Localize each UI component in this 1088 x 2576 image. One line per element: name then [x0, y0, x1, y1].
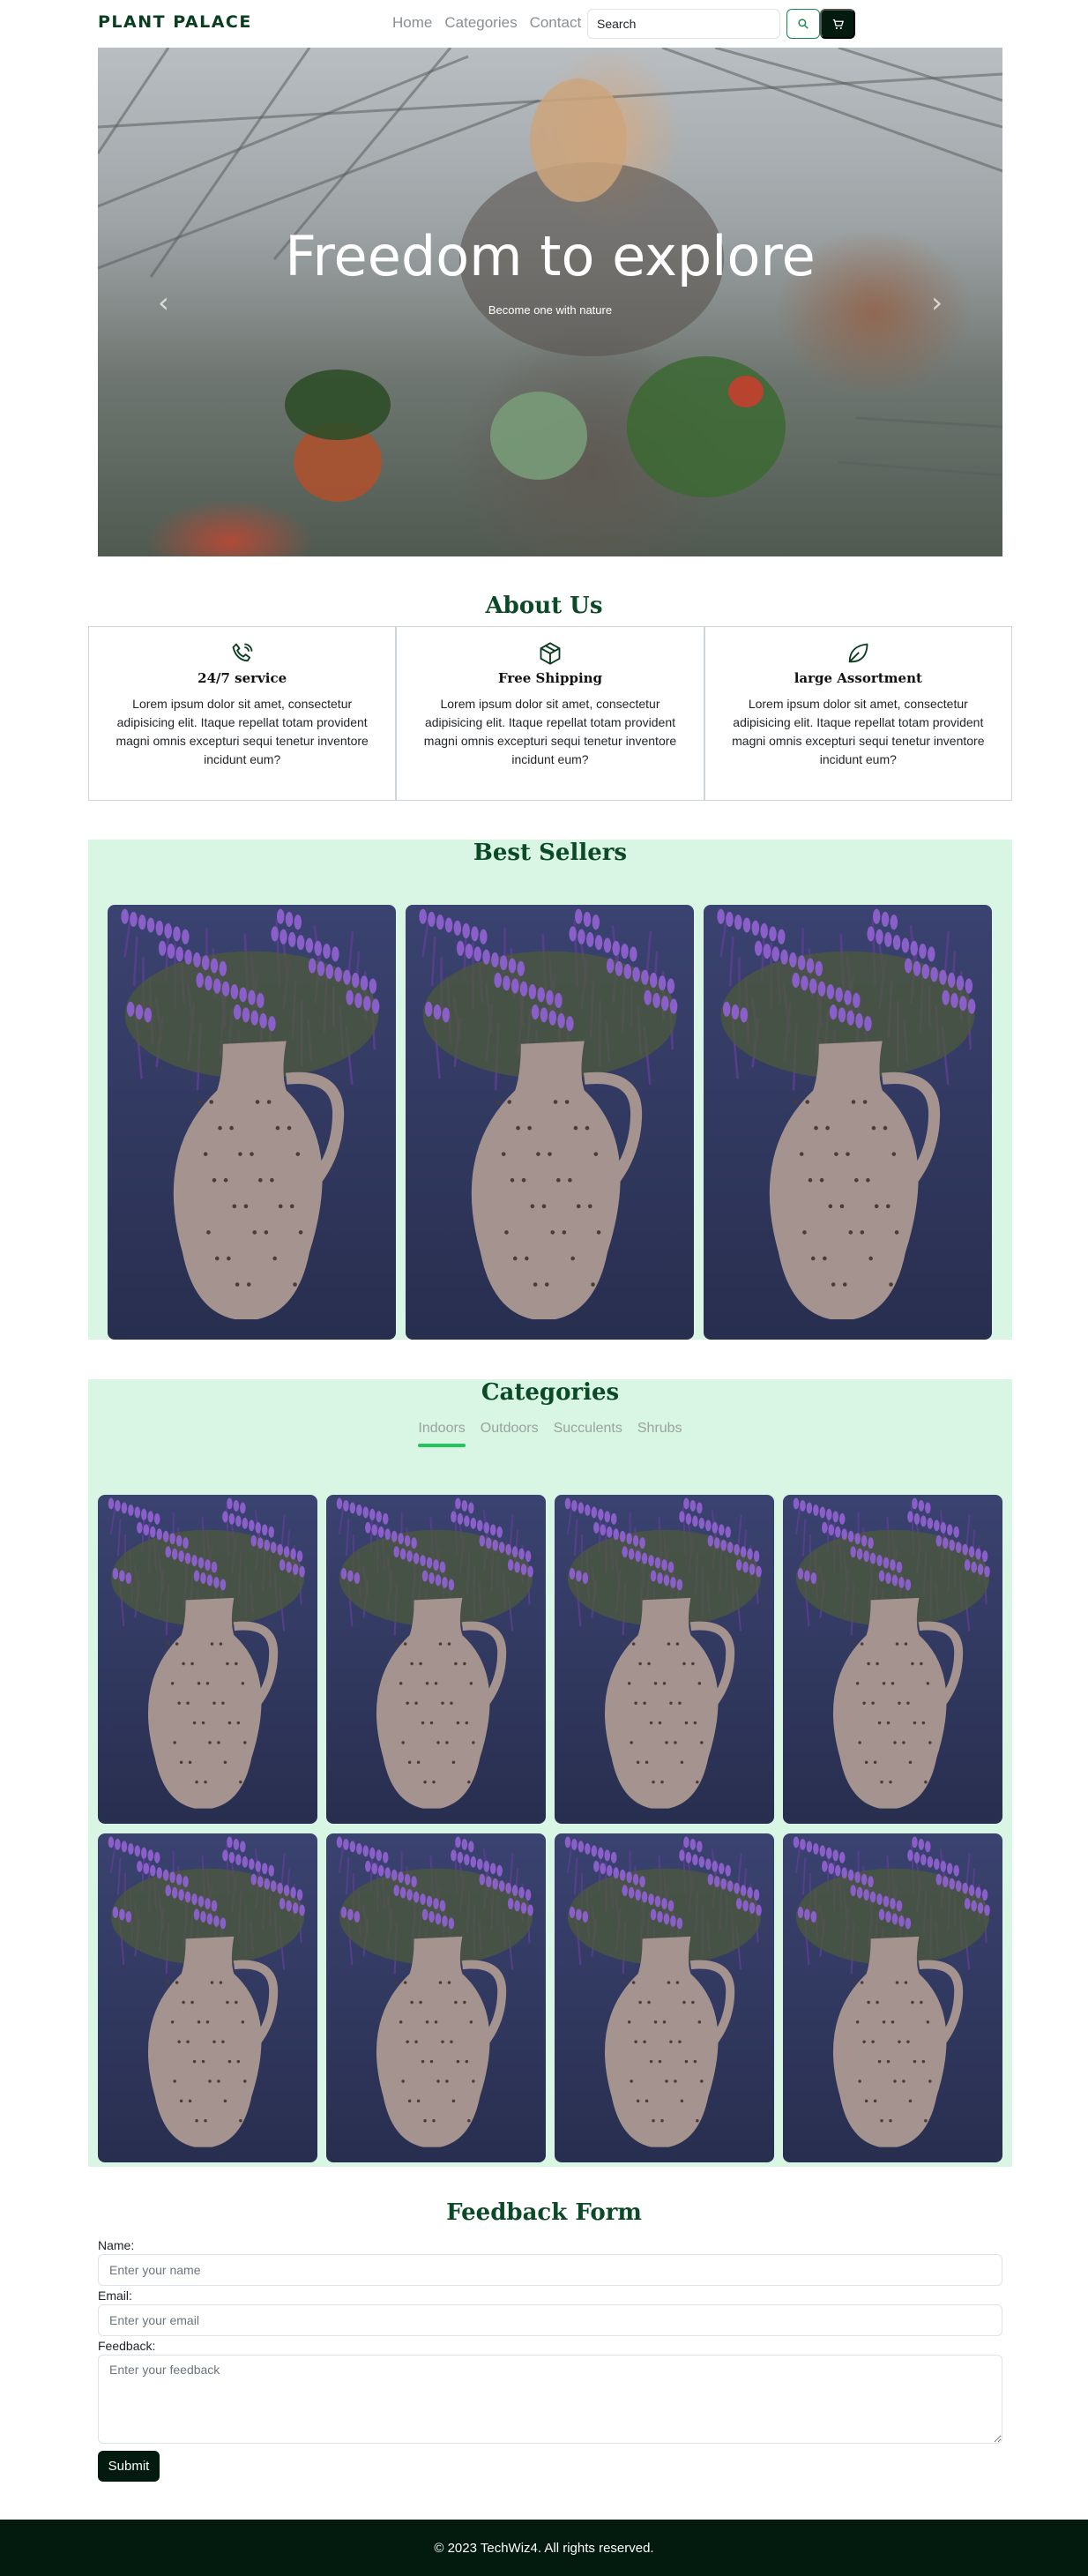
about-card-title: Free Shipping [497, 670, 603, 686]
product-card[interactable] [783, 1833, 1002, 2162]
product-card[interactable] [326, 1495, 546, 1824]
email-field[interactable] [98, 2304, 1002, 2336]
product-card[interactable] [108, 905, 396, 1340]
name-field[interactable] [98, 2254, 1002, 2286]
chevron-left-icon[interactable]: ‹ [158, 286, 169, 319]
about-card-text: Lorem ipsum dolor sit amet, consectetur … [423, 697, 677, 766]
search-button[interactable] [786, 9, 820, 39]
tab-outdoors[interactable]: Outdoors [481, 1421, 539, 1447]
about-card-title: large Assortment [794, 670, 922, 686]
search-icon [798, 19, 809, 29]
box-icon [540, 642, 561, 665]
email-label: Email: [98, 2289, 132, 2303]
nav-links: Home Categories Contact [392, 14, 581, 32]
name-label: Name: [98, 2238, 135, 2252]
about-card-text: Lorem ipsum dolor sit amet, consectetur … [732, 697, 985, 766]
product-image [793, 1497, 990, 1809]
about-heading: About Us [485, 593, 603, 619]
about-card-assortment: large Assortment Lorem ipsum dolor sit a… [704, 626, 1012, 801]
product-card[interactable] [326, 1833, 546, 2162]
category-tabs: Indoors Outdoors Succulents Shrubs [88, 1421, 1012, 1447]
product-card[interactable] [555, 1495, 774, 1824]
tab-shrubs[interactable]: Shrubs [637, 1421, 682, 1447]
product-card[interactable] [406, 905, 694, 1340]
product-card[interactable] [783, 1495, 1002, 1824]
feedback-label: Feedback: [98, 2339, 156, 2353]
hero-subtitle: Become one with nature [488, 303, 613, 317]
product-image [336, 1836, 533, 2147]
product-card[interactable] [555, 1833, 774, 2162]
best-sellers-heading: Best Sellers [473, 840, 628, 866]
about-card-title: 24/7 service [197, 670, 287, 686]
hero-carousel: Freedom to explore Become one with natur… [98, 48, 1002, 556]
nav-link-contact[interactable]: Contact [530, 14, 582, 32]
footer: © 2023 TechWiz4. All rights reserved. [0, 2520, 1088, 2576]
footer-copyright: © 2023 TechWiz4. All rights reserved. [434, 2540, 654, 2556]
product-card[interactable] [98, 1495, 317, 1824]
product-image [108, 1836, 305, 2147]
product-image [336, 1497, 533, 1809]
about-card-text: Lorem ipsum dolor sit amet, consectetur … [116, 697, 369, 766]
product-image [108, 1497, 305, 1809]
product-image [793, 1836, 990, 2147]
hero-image [98, 48, 1002, 502]
feedback-field[interactable] [98, 2355, 1002, 2444]
product-image [121, 908, 380, 1319]
product-card[interactable] [98, 1833, 317, 2162]
about-card-service: 24/7 service Lorem ipsum dolor sit amet,… [88, 626, 397, 801]
phone-icon [232, 643, 253, 662]
product-image [717, 908, 976, 1319]
nav-link-categories[interactable]: Categories [444, 14, 517, 32]
about-card-shipping: Free Shipping Lorem ipsum dolor sit amet… [396, 626, 704, 801]
categories-section: Categories Indoors Outdoors Succulents S… [88, 1379, 1012, 2167]
categories-heading: Categories [481, 1379, 620, 1406]
best-sellers-list [108, 905, 992, 1340]
nav-link-home[interactable]: Home [392, 14, 432, 32]
cart-button[interactable] [820, 9, 855, 39]
hero-title: Freedom to explore [285, 224, 816, 288]
submit-button[interactable]: Submit [98, 2451, 160, 2482]
best-sellers-section: Best Sellers [88, 840, 1012, 1340]
tab-indoors[interactable]: Indoors [418, 1421, 466, 1447]
product-image [419, 908, 678, 1319]
leaf-icon [849, 643, 868, 663]
search-input[interactable] [587, 9, 780, 39]
feedback-heading: Feedback Form [446, 2199, 642, 2226]
product-image [564, 1836, 762, 2147]
brand-logo[interactable]: PLANT PALACE [98, 12, 252, 32]
about-section: 24/7 service Lorem ipsum dolor sit amet,… [88, 626, 1012, 801]
cart-icon [832, 19, 844, 29]
product-card[interactable] [704, 905, 992, 1340]
category-product-grid [98, 1495, 1002, 2162]
tab-succulents[interactable]: Succulents [554, 1421, 622, 1447]
product-image [564, 1497, 762, 1809]
navbar: PLANT PALACE Home Categories Contact [0, 0, 1088, 48]
chevron-right-icon[interactable]: › [931, 286, 943, 319]
